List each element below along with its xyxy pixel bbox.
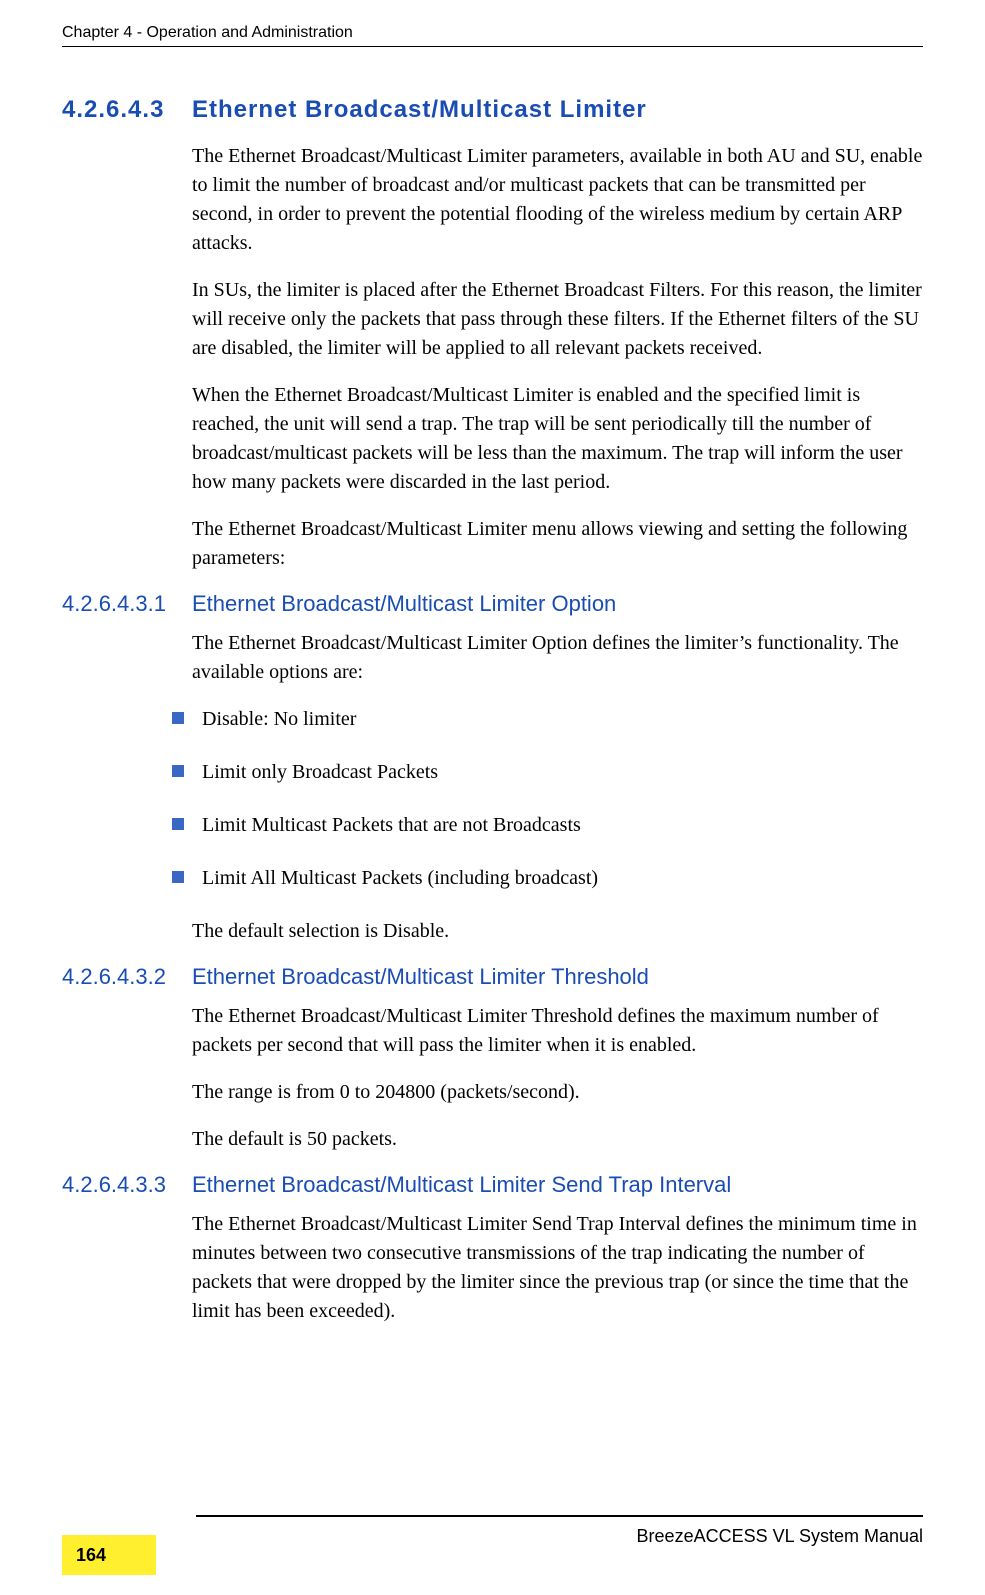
paragraph: In SUs, the limiter is placed after the … xyxy=(192,276,923,363)
page-number-tab: 164 xyxy=(62,1535,156,1575)
section-title: Ethernet Broadcast/Multicast Limiter xyxy=(192,96,647,124)
paragraph: The Ethernet Broadcast/Multicast Limiter… xyxy=(192,629,923,687)
paragraph: The range is from 0 to 204800 (packets/s… xyxy=(192,1078,923,1107)
paragraph: The Ethernet Broadcast/Multicast Limiter… xyxy=(192,142,923,258)
page: Chapter 4 - Operation and Administration… xyxy=(0,0,985,1595)
subsection-body: The Ethernet Broadcast/Multicast Limiter… xyxy=(192,629,923,687)
subsection-title: Ethernet Broadcast/Multicast Limiter Opt… xyxy=(192,591,616,617)
page-header: Chapter 4 - Operation and Administration xyxy=(62,24,923,47)
content-area: 4.2.6.4.3 Ethernet Broadcast/Multicast L… xyxy=(62,96,923,1344)
paragraph: When the Ethernet Broadcast/Multicast Li… xyxy=(192,381,923,497)
subsection-title: Ethernet Broadcast/Multicast Limiter Sen… xyxy=(192,1172,731,1198)
footer-manual-name: BreezeACCESS VL System Manual xyxy=(637,1526,923,1547)
chapter-title: Chapter 4 - Operation and Administration xyxy=(62,24,353,41)
list-item: Limit only Broadcast Packets xyxy=(172,758,923,787)
list-item: Limit Multicast Packets that are not Bro… xyxy=(172,811,923,840)
list-item-text: Limit only Broadcast Packets xyxy=(202,758,438,787)
subsection-number: 4.2.6.4.3.1 xyxy=(62,591,192,617)
subsection-number: 4.2.6.4.3.2 xyxy=(62,964,192,990)
paragraph: The Ethernet Broadcast/Multicast Limiter… xyxy=(192,1002,923,1060)
subsection-body: The Ethernet Broadcast/Multicast Limiter… xyxy=(192,1002,923,1154)
page-number: 164 xyxy=(76,1545,106,1566)
footer-rule xyxy=(196,1515,923,1517)
bullet-icon xyxy=(172,765,184,777)
list-item: Disable: No limiter xyxy=(172,705,923,734)
paragraph: The Ethernet Broadcast/Multicast Limiter… xyxy=(192,515,923,573)
list-item: Limit All Multicast Packets (including b… xyxy=(172,864,923,893)
paragraph: The default is 50 packets. xyxy=(192,1125,923,1154)
bullet-list: Disable: No limiter Limit only Broadcast… xyxy=(172,705,923,893)
list-item-text: Limit All Multicast Packets (including b… xyxy=(202,864,598,893)
subsection-heading: 4.2.6.4.3.1 Ethernet Broadcast/Multicast… xyxy=(62,591,923,617)
paragraph: The Ethernet Broadcast/Multicast Limiter… xyxy=(192,1210,923,1326)
bullet-icon xyxy=(172,818,184,830)
list-item-text: Limit Multicast Packets that are not Bro… xyxy=(202,811,581,840)
section-body: The Ethernet Broadcast/Multicast Limiter… xyxy=(192,142,923,573)
subsection-body: The Ethernet Broadcast/Multicast Limiter… xyxy=(192,1210,923,1326)
subsection-outro: The default selection is Disable. xyxy=(192,917,923,946)
section-heading: 4.2.6.4.3 Ethernet Broadcast/Multicast L… xyxy=(62,96,923,124)
subsection-number: 4.2.6.4.3.3 xyxy=(62,1172,192,1198)
list-item-text: Disable: No limiter xyxy=(202,705,356,734)
section-number: 4.2.6.4.3 xyxy=(62,96,192,124)
paragraph: The default selection is Disable. xyxy=(192,917,923,946)
subsection-heading: 4.2.6.4.3.2 Ethernet Broadcast/Multicast… xyxy=(62,964,923,990)
subsection-title: Ethernet Broadcast/Multicast Limiter Thr… xyxy=(192,964,649,990)
bullet-icon xyxy=(172,871,184,883)
subsection-heading: 4.2.6.4.3.3 Ethernet Broadcast/Multicast… xyxy=(62,1172,923,1198)
bullet-icon xyxy=(172,712,184,724)
